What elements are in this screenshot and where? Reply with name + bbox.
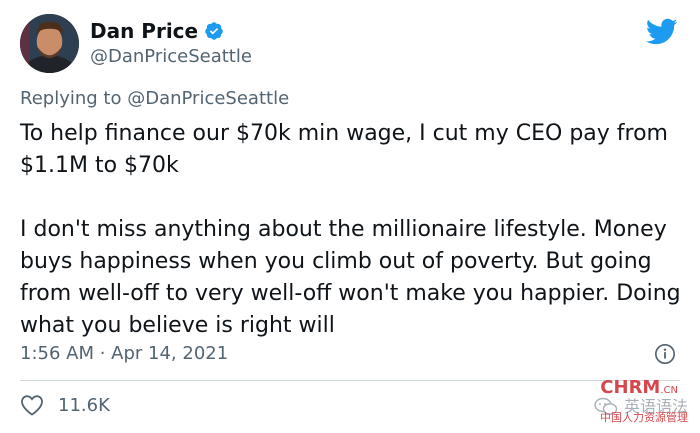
replying-to-line: Replying to @DanPriceSeattle bbox=[20, 88, 289, 109]
replying-to-prefix: Replying to bbox=[20, 88, 122, 109]
like-count: 11.6K bbox=[58, 394, 110, 416]
tweet-text: To help finance our $70k min wage, I cut… bbox=[20, 121, 681, 338]
watermark-subtitle: 中国人力资源管理 bbox=[600, 411, 688, 424]
like-action[interactable]: 11.6K bbox=[20, 394, 110, 416]
author-name-row[interactable]: Dan Price bbox=[90, 19, 224, 43]
tweet-timestamp[interactable]: 1:56 AM · Apr 14, 2021 bbox=[20, 343, 228, 364]
tweet-card: Dan Price @DanPriceSeattle Replying to @… bbox=[0, 0, 700, 433]
info-icon[interactable] bbox=[654, 343, 676, 365]
watermark-logo-main: CHRM bbox=[600, 377, 661, 398]
heart-icon[interactable] bbox=[20, 394, 44, 416]
verified-badge-icon bbox=[204, 21, 224, 41]
watermark-logo-suffix: .CN bbox=[660, 385, 678, 396]
author-handle[interactable]: @DanPriceSeattle bbox=[90, 46, 252, 67]
replying-to-handle[interactable]: @DanPriceSeattle bbox=[127, 88, 289, 109]
watermark: 英语语法 CHRM.CN 中国人力资源管理 bbox=[532, 375, 692, 427]
avatar-image bbox=[20, 14, 79, 73]
avatar[interactable] bbox=[20, 14, 79, 73]
author-display-name[interactable]: Dan Price bbox=[90, 19, 198, 43]
watermark-logo: CHRM.CN bbox=[600, 377, 678, 398]
twitter-bird-icon[interactable] bbox=[646, 18, 678, 46]
